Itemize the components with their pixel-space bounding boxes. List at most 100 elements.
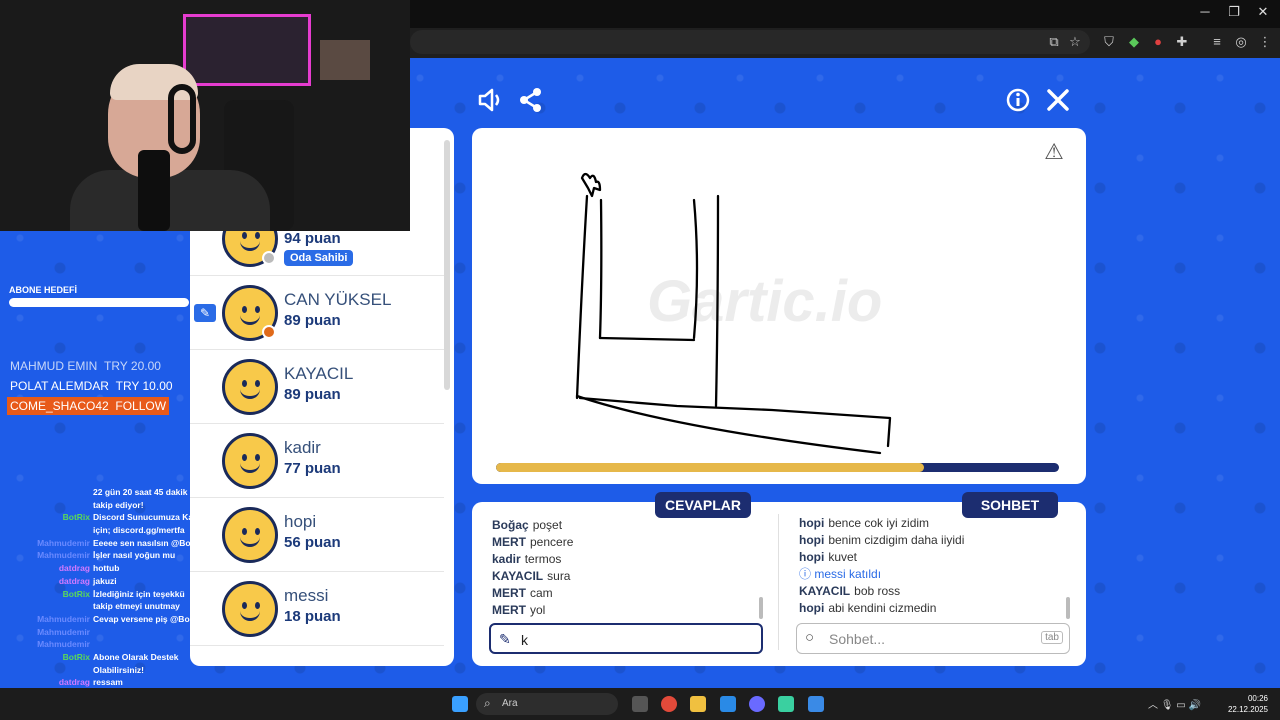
donor-line: MAHMUD EMIN TRY 20.00 bbox=[10, 359, 161, 373]
headphones bbox=[168, 84, 196, 154]
chat-username: datdrag bbox=[58, 563, 90, 574]
star-icon[interactable]: ☆ bbox=[1067, 34, 1083, 50]
list-item: MERT yol bbox=[492, 603, 546, 617]
chat-message: hottub bbox=[93, 563, 120, 574]
chat-message: Cevap versene piş @Bo bbox=[93, 613, 190, 624]
app-icon[interactable] bbox=[720, 696, 736, 712]
room-owner-badge: Oda Sahibi bbox=[284, 250, 354, 266]
chat-scrollbar[interactable] bbox=[1066, 597, 1070, 619]
app-icon[interactable] bbox=[808, 696, 824, 712]
record-icon[interactable]: ● bbox=[1150, 34, 1166, 50]
player-name: messi bbox=[284, 586, 329, 605]
list-item: ⓘ messi katıldı bbox=[799, 567, 882, 581]
answer-input-value: k bbox=[521, 632, 528, 648]
stream-chat-line: takip etmeyi unutmay bbox=[0, 600, 230, 613]
info-icon[interactable] bbox=[1004, 86, 1032, 114]
profile-icon[interactable]: ◎ bbox=[1233, 34, 1249, 50]
close-icon[interactable] bbox=[1044, 86, 1072, 114]
pencil-icon: ✎ bbox=[194, 304, 216, 322]
sound-icon[interactable] bbox=[476, 86, 504, 114]
media-icon[interactable]: ≡ bbox=[1209, 34, 1225, 50]
follow-alert: COME_SHACO42 FOLLOW bbox=[7, 397, 169, 415]
player-score: 18 puan bbox=[284, 608, 341, 625]
status-dot bbox=[262, 251, 276, 265]
cast-icon[interactable]: ⧉ bbox=[1046, 34, 1062, 50]
puzzle-icon[interactable]: ✚ bbox=[1174, 34, 1190, 50]
info-icon: ⓘ bbox=[799, 567, 815, 581]
avatar bbox=[222, 507, 278, 563]
player-row[interactable]: KAYACIL 89 puan bbox=[190, 350, 444, 424]
list-item: hopi bence cok iyi zidim bbox=[799, 516, 930, 530]
chat-username: BotRix bbox=[62, 588, 90, 599]
address-bar[interactable] bbox=[410, 30, 1090, 54]
extension-icon[interactable]: ◆ bbox=[1126, 34, 1142, 50]
chat-list: hopi bence cok iyi zidim hopi benim cizdig… bbox=[799, 515, 1067, 617]
chat-message: Olabilirsiniz! bbox=[93, 664, 145, 675]
list-item: MERT pencere bbox=[492, 535, 574, 549]
player-row[interactable]: ✎ CAN YÜKSEL 89 puan bbox=[190, 276, 444, 350]
chat-message: Eeeee sen nasılsın @Bo bbox=[93, 537, 191, 548]
stream-chat-line: Mahmudemir bbox=[0, 638, 230, 651]
screen: ─ ❐ ✕ ⧉ ☆ ⛉ ◆ ● ✚ ≡ ◎ ⋮ 94 puan Oda Sahi… bbox=[0, 0, 1280, 720]
chat-username: Mahmudemir bbox=[37, 550, 90, 561]
clock: 00:26 22.12.2025 bbox=[1226, 693, 1268, 715]
folder-icon[interactable] bbox=[690, 696, 706, 712]
close-window-icon[interactable]: ✕ bbox=[1248, 4, 1278, 20]
stream-chat-line: Mahmudemir Cevap versene piş @Bo bbox=[0, 613, 230, 626]
stream-chat-line: Mahmudemir bbox=[0, 626, 230, 639]
streamer-body bbox=[70, 170, 270, 231]
start-icon[interactable] bbox=[452, 696, 468, 712]
player-score: 77 puan bbox=[284, 460, 341, 477]
avatar bbox=[222, 359, 278, 415]
chat-username: datdrag bbox=[58, 575, 90, 586]
clock-time: 00:26 bbox=[1247, 694, 1268, 703]
microphone bbox=[138, 150, 170, 231]
player-name: kadir bbox=[284, 438, 321, 457]
answers-scrollbar[interactable] bbox=[759, 597, 763, 619]
status-dot bbox=[262, 325, 276, 339]
clock-date: 22.12.2025 bbox=[1227, 705, 1268, 714]
webcam-overlay bbox=[0, 0, 410, 231]
chat-username: Mahmudemir bbox=[37, 537, 90, 548]
stream-chat-line: datdrag jakuzi bbox=[0, 575, 230, 588]
discord-icon[interactable] bbox=[749, 696, 765, 712]
player-score: 94 puan bbox=[284, 230, 341, 247]
players-scrollbar[interactable] bbox=[444, 140, 450, 390]
player-score: 89 puan bbox=[284, 386, 341, 403]
list-item: hopi kuvet bbox=[799, 550, 858, 564]
maximize-icon[interactable]: ❐ bbox=[1219, 4, 1249, 20]
chat-message: Abone Olarak Destek bbox=[93, 651, 179, 662]
list-item: hopi abi kendini cizmedin bbox=[799, 601, 937, 615]
tab-answers[interactable]: CEVAPLAR bbox=[655, 492, 751, 518]
drawing-canvas[interactable]: Gartic.io ⚠ bbox=[472, 128, 1086, 484]
taskbar-search[interactable]: ⌕ Ara bbox=[476, 693, 618, 715]
stream-chat-line: Olabilirsiniz! bbox=[0, 664, 230, 677]
answers-list: Boğaç poşet MERT pencere kadir termos KAYAC… bbox=[492, 517, 762, 619]
list-item: KAYACIL sura bbox=[492, 569, 571, 583]
drawing bbox=[575, 172, 892, 455]
player-name: KAYACIL bbox=[284, 364, 354, 383]
chrome-icon[interactable] bbox=[661, 696, 677, 712]
list-item: KAYACIL bob ross bbox=[799, 584, 901, 598]
list-item: kadir termos bbox=[492, 552, 562, 566]
answer-input[interactable]: ✎ k bbox=[489, 623, 763, 654]
shield-icon[interactable]: ⛉ bbox=[1101, 34, 1117, 50]
menu-icon[interactable]: ⋮ bbox=[1257, 34, 1273, 50]
share-icon[interactable] bbox=[517, 86, 545, 114]
chat-message: 22 gün 20 saat 45 dakik bbox=[93, 487, 188, 497]
stream-chat-line: için; discord.gg/mertfa bbox=[0, 524, 230, 537]
task-view-icon[interactable] bbox=[632, 696, 648, 712]
stream-chat-line: BotRix Abone Olarak Destek bbox=[0, 651, 230, 664]
tray-icons[interactable]: ︿ 🎙 ▭ 🔊 bbox=[1148, 696, 1201, 711]
avatar bbox=[222, 581, 278, 637]
chat-username: Mahmudemir bbox=[37, 613, 90, 624]
chat-input[interactable]: ○ Sohbet... tab bbox=[796, 623, 1070, 654]
stream-chat-line: Mahmudemir İşler nasıl yoğun mu bbox=[0, 549, 230, 562]
minimize-icon[interactable]: ─ bbox=[1190, 4, 1220, 19]
taskbar-search-placeholder: Ara bbox=[502, 698, 518, 709]
subscriber-goal-bar bbox=[9, 298, 189, 307]
report-warning-icon[interactable]: ⚠ bbox=[1042, 140, 1066, 164]
chat-username: Mahmudemir bbox=[37, 639, 90, 650]
app-icon[interactable] bbox=[778, 696, 794, 712]
stream-chat-line: BotRix Discord Sunucumuza Ka bbox=[0, 511, 230, 524]
